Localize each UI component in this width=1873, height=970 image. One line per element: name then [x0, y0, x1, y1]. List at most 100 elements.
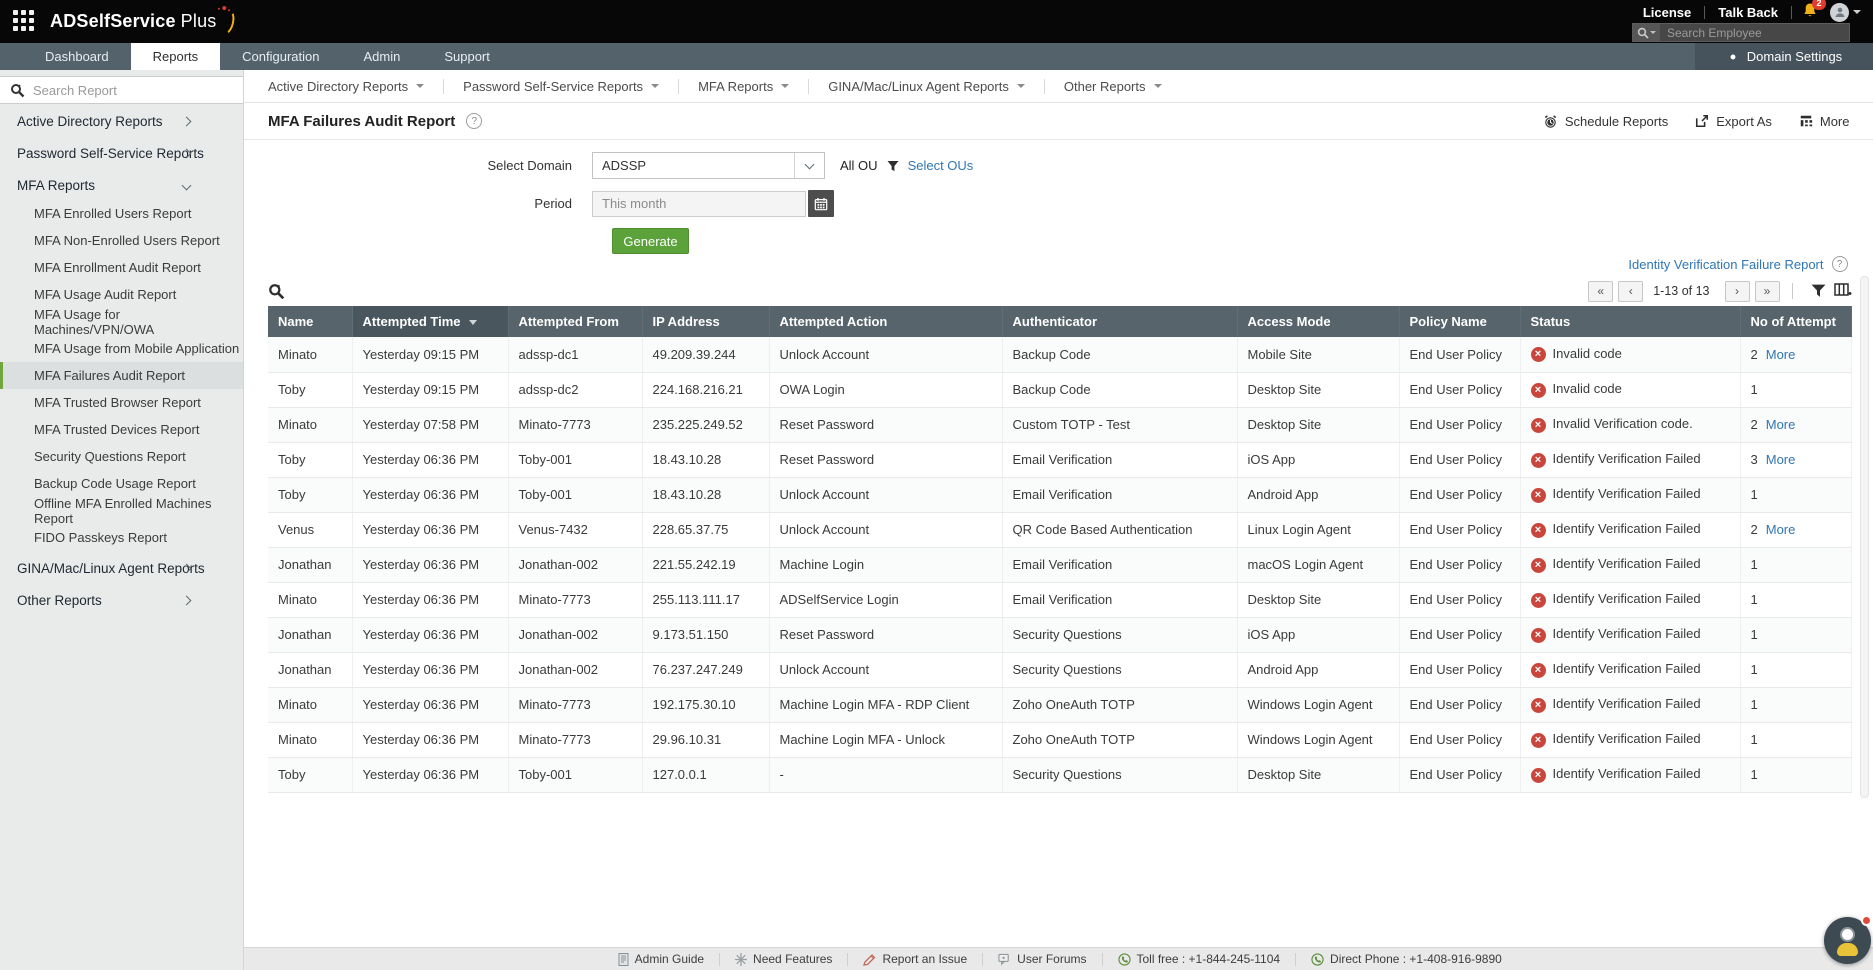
sidebar-item-mfa-usage-from-mobile-application[interactable]: MFA Usage from Mobile Application	[0, 335, 243, 362]
identity-verification-failure-report-link[interactable]: Identity Verification Failure Report	[1628, 257, 1823, 272]
prev-page-button[interactable]: ‹	[1618, 281, 1643, 302]
report-nav-mfa-reports[interactable]: MFA Reports	[679, 79, 808, 94]
employee-search-icon[interactable]	[1633, 24, 1660, 41]
more-link[interactable]: More	[1766, 347, 1796, 362]
select-ous-link[interactable]: Select OUs	[908, 158, 974, 173]
direct-phone[interactable]: Direct Phone : +1-408-916-9890	[1296, 952, 1517, 966]
more-link[interactable]: More	[1766, 452, 1796, 467]
error-icon: ×	[1531, 488, 1546, 503]
last-page-button[interactable]: »	[1755, 281, 1780, 302]
table-scrollbar[interactable]	[1860, 276, 1869, 798]
sidebar-item-mfa-enrolled-users-report[interactable]: MFA Enrolled Users Report	[0, 200, 243, 227]
cell-time: Yesterday 06:36 PM	[352, 617, 508, 652]
table-search-icon[interactable]	[268, 283, 285, 300]
sidebar-item-backup-code-usage-report[interactable]: Backup Code Usage Report	[0, 470, 243, 497]
table-row: TobyYesterday 09:15 PMadssp-dc2224.168.2…	[268, 372, 1851, 407]
cell-mode: Windows Login Agent	[1237, 722, 1399, 757]
report-nav-password-self-service-reports[interactable]: Password Self-Service Reports	[444, 79, 678, 94]
next-page-button[interactable]: ›	[1725, 281, 1750, 302]
user-forums-link[interactable]: User Forums	[983, 952, 1101, 966]
more-button[interactable]: More	[1799, 114, 1850, 129]
sidebar-item-mfa-trusted-browser-report[interactable]: MFA Trusted Browser Report	[0, 389, 243, 416]
tab-admin[interactable]: Admin	[341, 43, 422, 70]
column-header-status[interactable]: Status	[1520, 306, 1740, 337]
column-header-name[interactable]: Name	[268, 306, 352, 337]
column-header-ip-address[interactable]: IP Address	[642, 306, 769, 337]
apps-grid-icon[interactable]	[13, 10, 37, 34]
sidebar-item-mfa-trusted-devices-report[interactable]: MFA Trusted Devices Report	[0, 416, 243, 443]
ou-filter-icon[interactable]	[887, 160, 899, 172]
error-icon: ×	[1531, 453, 1546, 468]
need-features-link[interactable]: Need Features	[720, 952, 847, 966]
toll-free-phone[interactable]: Toll free : +1-844-245-1104	[1103, 952, 1296, 966]
filter-icon[interactable]	[1811, 284, 1826, 298]
tab-dashboard[interactable]: Dashboard	[23, 43, 131, 70]
sidebar-group-gina-mac-linux-agent-reports[interactable]: GINA/Mac/Linux Agent Reports	[0, 553, 243, 583]
domain-select[interactable]: ADSSP	[592, 152, 825, 179]
column-chooser-icon[interactable]	[1834, 283, 1852, 299]
cell-time: Yesterday 06:36 PM	[352, 652, 508, 687]
column-header-attempted-from[interactable]: Attempted From	[508, 306, 642, 337]
cell-action: OWA Login	[769, 372, 1002, 407]
help-icon[interactable]: ?	[1832, 256, 1848, 272]
column-header-no-of-attempt[interactable]: No of Attempt	[1740, 306, 1851, 337]
report-an-issue-link[interactable]: Report an Issue	[848, 952, 982, 966]
license-link[interactable]: License	[1630, 5, 1704, 20]
generate-button[interactable]: Generate	[612, 228, 689, 254]
report-nav-gina-mac-linux-agent-reports[interactable]: GINA/Mac/Linux Agent Reports	[809, 79, 1044, 94]
cell-from: Venus-7432	[508, 512, 642, 547]
chevron-down-icon	[182, 180, 192, 190]
column-header-policy-name[interactable]: Policy Name	[1399, 306, 1520, 337]
tab-support[interactable]: Support	[422, 43, 512, 70]
cell-action: Reset Password	[769, 407, 1002, 442]
report-search-input[interactable]	[33, 83, 243, 98]
sidebar-item-mfa-failures-audit-report[interactable]: MFA Failures Audit Report	[0, 362, 243, 389]
report-nav-active-directory-reports[interactable]: Active Directory Reports	[268, 79, 443, 94]
export-as-button[interactable]: Export As	[1695, 114, 1772, 129]
sidebar-item-mfa-enrollment-audit-report[interactable]: MFA Enrollment Audit Report	[0, 254, 243, 281]
cell-action: Unlock Account	[769, 512, 1002, 547]
calendar-icon[interactable]	[808, 190, 834, 217]
chat-avatar-body	[1837, 943, 1858, 956]
notifications-bell-icon[interactable]: 2	[1802, 2, 1818, 22]
sidebar-group-password-self-service-reports[interactable]: Password Self-Service Reports	[0, 138, 243, 168]
cell-time: Yesterday 06:36 PM	[352, 477, 508, 512]
user-menu[interactable]	[1830, 3, 1861, 22]
sidebar-item-mfa-usage-audit-report[interactable]: MFA Usage Audit Report	[0, 281, 243, 308]
admin-guide-link[interactable]: Admin Guide	[603, 952, 719, 966]
sidebar-item-mfa-usage-for-machines-vpn-owa[interactable]: MFA Usage for Machines/VPN/OWA	[0, 308, 243, 335]
table-row: MinatoYesterday 06:36 PMMinato-7773255.1…	[268, 582, 1851, 617]
column-header-access-mode[interactable]: Access Mode	[1237, 306, 1399, 337]
talk-back-link[interactable]: Talk Back	[1705, 5, 1791, 20]
cell-policy: End User Policy	[1399, 407, 1520, 442]
sidebar-item-offline-mfa-enrolled-machines-report[interactable]: Offline MFA Enrolled Machines Report	[0, 497, 243, 524]
sidebar-item-mfa-non-enrolled-users-report[interactable]: MFA Non-Enrolled Users Report	[0, 227, 243, 254]
sidebar-item-fido-passkeys-report[interactable]: FIDO Passkeys Report	[0, 524, 243, 551]
employee-search-input[interactable]	[1660, 24, 1849, 41]
column-header-attempted-action[interactable]: Attempted Action	[769, 306, 1002, 337]
domain-settings-button[interactable]: Domain Settings	[1695, 43, 1873, 70]
more-link[interactable]: More	[1766, 522, 1796, 537]
help-icon[interactable]: ?	[466, 113, 482, 129]
column-header-attempted-time[interactable]: Attempted Time	[352, 306, 508, 337]
error-icon: ×	[1531, 768, 1546, 783]
phone-icon	[1311, 953, 1324, 966]
cell-ip: 255.113.111.17	[642, 582, 769, 617]
sidebar-item-security-questions-report[interactable]: Security Questions Report	[0, 443, 243, 470]
caret-down-icon	[416, 84, 424, 88]
attempt-count: 1	[1751, 382, 1758, 397]
column-header-authenticator[interactable]: Authenticator	[1002, 306, 1237, 337]
status-text: Identify Verification Failed	[1553, 591, 1701, 606]
cell-action: Machine Login MFA - Unlock	[769, 722, 1002, 757]
report-nav-other-reports[interactable]: Other Reports	[1045, 79, 1181, 94]
first-page-button[interactable]: «	[1588, 281, 1613, 302]
tab-configuration[interactable]: Configuration	[220, 43, 341, 70]
sidebar-group-other-reports[interactable]: Other Reports	[0, 585, 243, 615]
schedule-reports-button[interactable]: Schedule Reports	[1543, 114, 1668, 129]
period-input[interactable]: This month	[592, 191, 806, 217]
sidebar-group-mfa-reports[interactable]: MFA Reports	[0, 170, 243, 200]
tab-reports[interactable]: Reports	[131, 43, 221, 70]
more-link[interactable]: More	[1766, 417, 1796, 432]
support-chat-widget[interactable]	[1824, 917, 1871, 964]
sidebar-group-active-directory-reports[interactable]: Active Directory Reports	[0, 106, 243, 136]
